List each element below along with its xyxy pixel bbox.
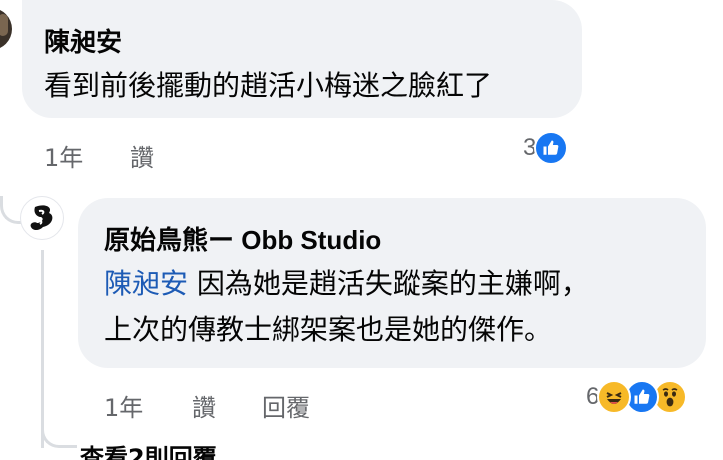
thread-connector-vertical <box>41 250 44 448</box>
comment-thread: 陳昶安 看到前後擺動的趙活小梅迷之臉紅了 1年 讚 3 原始鳥熊ー Obb St… <box>0 0 723 460</box>
comment-author[interactable]: 陳昶安 <box>44 22 122 59</box>
reaction-summary[interactable]: 6 <box>586 380 688 414</box>
reply-text-line2: 上次的傳教士綁架案也是她的傑作。 <box>104 313 553 346</box>
haha-icon <box>597 380 632 414</box>
mention-link[interactable]: 陳昶安 <box>104 267 188 300</box>
like-button[interactable]: 讚 <box>192 388 216 423</box>
comment-timestamp[interactable]: 1年 <box>44 138 83 173</box>
comment-text: 看到前後擺動的趙活小梅迷之臉紅了 <box>44 69 493 102</box>
view-replies-link[interactable]: 查看2則回覆 <box>80 438 217 460</box>
reply-text-line1: 陳昶安 因為她是趙活失蹤案的主嫌啊， <box>104 258 589 310</box>
reaction-summary[interactable]: 3 <box>523 131 569 165</box>
thread-connector-bottom <box>41 420 77 448</box>
reply-text-segment: 因為她是趙活失蹤案的主嫌啊， <box>188 267 589 300</box>
reply-author[interactable]: 原始鳥熊ー Obb Studio <box>104 220 381 257</box>
like-button[interactable]: 讚 <box>130 138 154 173</box>
avatar[interactable] <box>0 8 12 50</box>
obb-studio-logo-icon <box>30 205 53 230</box>
like-icon <box>534 131 569 165</box>
reply-button[interactable]: 回覆 <box>262 388 310 423</box>
reply-timestamp[interactable]: 1年 <box>104 388 143 423</box>
avatar[interactable] <box>20 196 64 240</box>
comment-bubble: 陳昶安 看到前後擺動的趙活小梅迷之臉紅了 <box>22 0 582 118</box>
reply-bubble: 原始鳥熊ー Obb Studio 陳昶安 因為她是趙活失蹤案的主嫌啊， 上次的傳… <box>78 198 706 368</box>
